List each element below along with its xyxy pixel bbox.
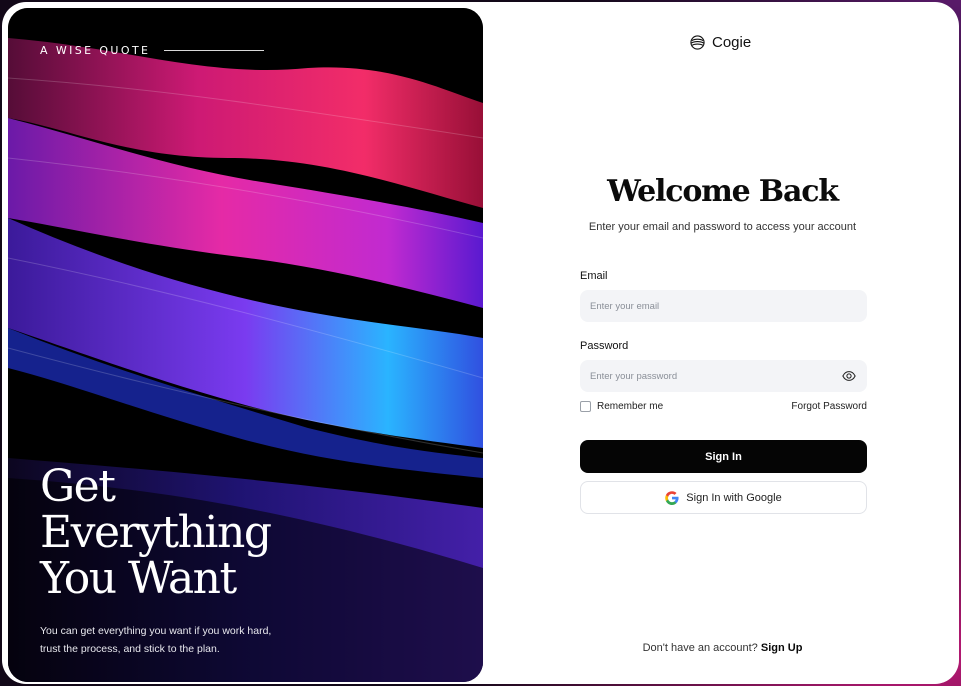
sign-up-link[interactable]: Sign Up <box>761 642 803 654</box>
email-field[interactable] <box>580 290 867 322</box>
quote-header-label: A WISE QUOTE <box>40 44 151 57</box>
brand-logo: Cogie <box>690 34 751 51</box>
headline-line-2: Everything <box>40 507 272 558</box>
sign-in-button[interactable]: Sign In <box>580 440 867 473</box>
google-icon <box>665 490 679 505</box>
quote-headline: Get Everything You Want <box>40 464 460 602</box>
quote-header-divider <box>164 50 265 51</box>
login-window: A WISE QUOTE Get Everything You Want You… <box>2 2 959 684</box>
headline-line-3: You Want <box>40 553 237 604</box>
show-password-eye-icon[interactable] <box>842 369 856 383</box>
remember-me[interactable]: Remember me <box>580 401 663 412</box>
signup-prompt: Don't have an account? Sign Up <box>482 642 959 654</box>
google-sign-in-label: Sign In with Google <box>686 491 782 504</box>
google-sign-in-button[interactable]: Sign In with Google <box>580 481 867 514</box>
forgot-password-link[interactable]: Forgot Password <box>782 401 867 412</box>
remember-me-label: Remember me <box>597 401 664 412</box>
stacked-waves-logo-icon <box>690 35 705 50</box>
page-title: Welcome Back <box>607 174 839 209</box>
headline-line-1: Get <box>40 461 116 512</box>
signup-prompt-text: Don't have an account? <box>642 642 758 654</box>
brand-name: Cogie <box>712 34 752 51</box>
quote-body: You can get everything you want if you w… <box>40 625 272 655</box>
remember-me-checkbox[interactable] <box>580 401 591 412</box>
password-label: Password <box>580 340 629 352</box>
quote-art-panel: A WISE QUOTE Get Everything You Want You… <box>8 8 483 682</box>
password-field[interactable] <box>580 360 867 392</box>
quote-header: A WISE QUOTE <box>40 44 265 57</box>
page-subtitle: Enter your email and password to access … <box>588 221 857 233</box>
email-label: Email <box>580 270 608 282</box>
